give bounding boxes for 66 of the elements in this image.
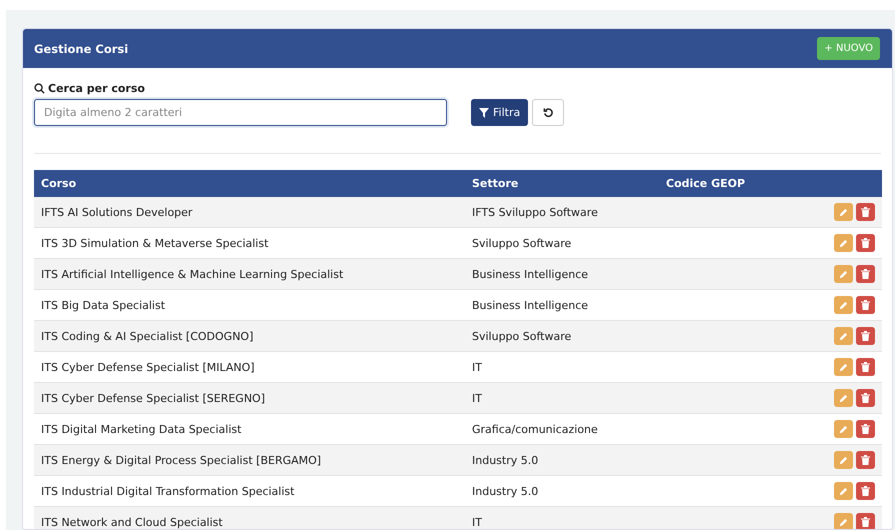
panel-title: Gestione Corsi <box>34 42 128 56</box>
table-cell: IT <box>465 382 659 414</box>
delete-button[interactable] <box>856 234 875 252</box>
table-cell: IT <box>465 352 659 382</box>
delete-button[interactable] <box>856 358 875 376</box>
search-label: Cerca per corso <box>48 82 145 95</box>
table-cell: Business Intelligence <box>465 290 659 320</box>
table-cell: ITS Digital Marketing Data Specialist <box>34 414 465 444</box>
trash-icon <box>861 300 870 310</box>
reset-icon <box>542 107 554 118</box>
delete-button[interactable] <box>856 482 875 500</box>
delete-button[interactable] <box>856 420 875 438</box>
delete-button[interactable] <box>856 513 875 529</box>
table-cell: ITS Coding & AI Specialist [CODOGNO] <box>34 320 465 352</box>
table-cell: Business Intelligence <box>465 258 659 290</box>
delete-button[interactable] <box>856 451 875 469</box>
trash-icon <box>861 393 870 403</box>
pencil-icon <box>839 238 848 248</box>
table-cell: ITS Network and Cloud Specialist <box>34 506 465 529</box>
trash-icon <box>861 486 870 496</box>
table-cell: Industry 5.0 <box>465 444 659 476</box>
filter-icon <box>479 108 489 118</box>
table-cell: ITS Cyber Defense Specialist [SEREGNO] <box>34 382 465 414</box>
table-cell: IFTS AI Solutions Developer <box>34 197 465 228</box>
table-cell: ITS Industrial Digital Transformation Specialist <box>34 476 465 506</box>
pencil-icon <box>839 486 848 496</box>
reset-button[interactable] <box>532 99 564 126</box>
column-header: Settore <box>465 170 659 197</box>
search-field[interactable]: Digita almeno 2 caratteri <box>34 99 447 126</box>
delete-button[interactable] <box>856 203 875 221</box>
delete-button[interactable] <box>856 265 875 283</box>
pencil-icon <box>839 300 848 310</box>
table-cell: Sviluppo Software <box>465 228 659 258</box>
table-cell: IT <box>465 506 659 529</box>
trash-icon <box>861 455 870 465</box>
trash-icon <box>861 238 870 248</box>
trash-icon <box>861 362 870 372</box>
table-cell: ITS Big Data Specialist <box>34 290 465 320</box>
delete-button[interactable] <box>856 389 875 407</box>
trash-icon <box>861 207 870 217</box>
filter-button[interactable]: Filtra <box>471 99 528 126</box>
table-cell: Sviluppo Software <box>465 320 659 352</box>
table-cell: ITS Artificial Intelligence & Machine Learning Specialist <box>34 258 465 290</box>
pencil-icon <box>839 208 848 216</box>
trash-icon <box>861 517 870 527</box>
trash-icon <box>861 331 870 341</box>
column-header: Corso <box>34 170 465 197</box>
table-cell: IFTS Sviluppo Software <box>465 197 659 228</box>
delete-button[interactable] <box>856 327 875 345</box>
pencil-icon <box>839 332 848 340</box>
pencil-icon <box>839 270 848 278</box>
pencil-icon <box>839 394 848 402</box>
pencil-icon <box>839 456 848 464</box>
table-cell: Industry 5.0 <box>465 476 659 506</box>
table-cell: ITS Cyber Defense Specialist [MILANO] <box>34 352 465 382</box>
pencil-icon <box>839 518 848 526</box>
table-cell: ITS 3D Simulation & Metaverse Specialist <box>34 228 465 258</box>
trash-icon <box>861 424 870 434</box>
pencil-icon <box>839 362 848 372</box>
delete-button[interactable] <box>856 296 875 314</box>
table-cell: Grafica/comunicazione <box>465 414 659 444</box>
column-header: Codice GEOP <box>659 170 808 197</box>
trash-icon <box>861 269 870 279</box>
table-cell: ITS Energy & Digital Process Specialist [BERGAMO] <box>34 444 465 476</box>
search-icon <box>34 83 45 94</box>
pencil-icon <box>839 424 848 434</box>
